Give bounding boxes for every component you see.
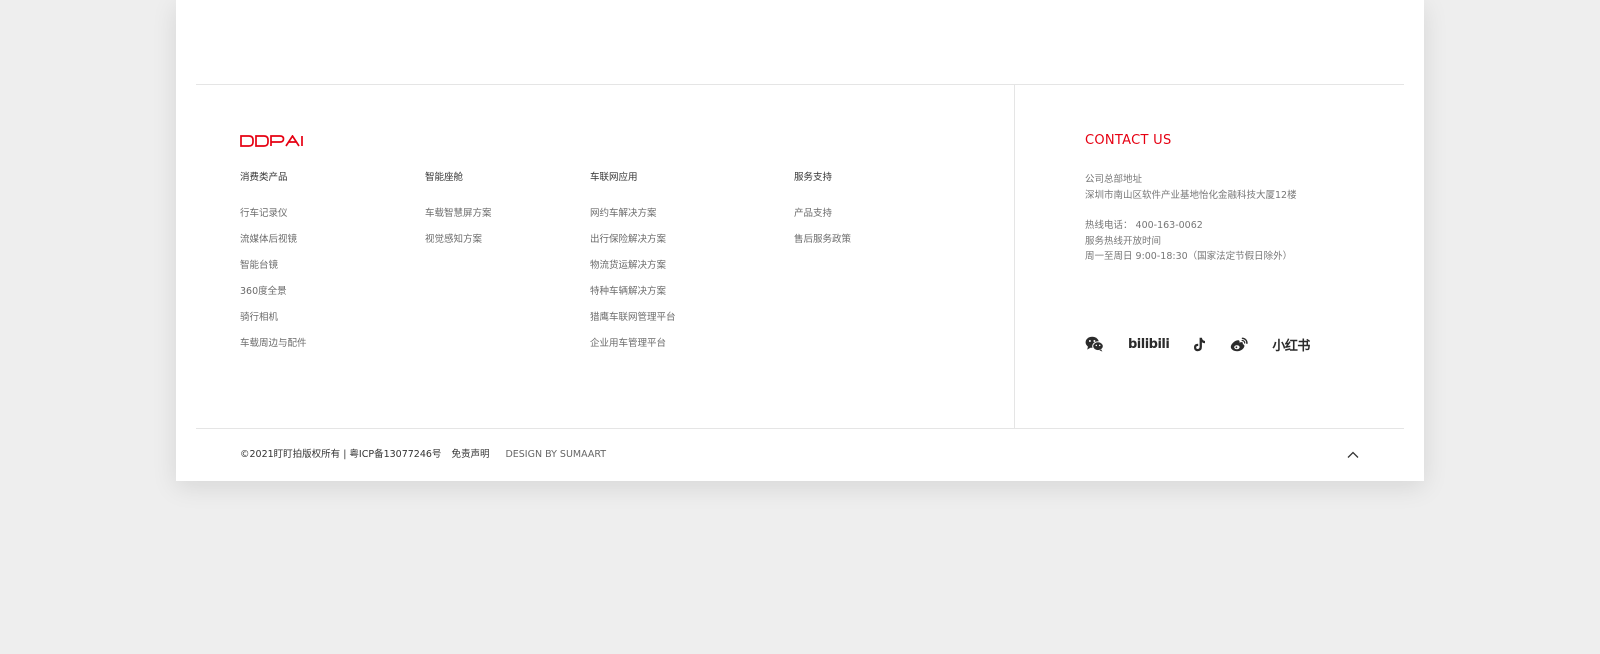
nav-link[interactable]: 售后服务政策 bbox=[794, 233, 851, 259]
nav-link[interactable]: 出行保险解决方案 bbox=[590, 233, 676, 259]
footer-card: 消费类产品 行车记录仪 流媒体后视镜 智能台镜 360度全景 骑行相机 车载周边… bbox=[176, 0, 1424, 481]
nav-link[interactable]: 骑行相机 bbox=[240, 311, 307, 337]
address-text: 深圳市南山区软件产业基地怡化金融科技大厦12楼 bbox=[1085, 189, 1297, 201]
contact-hotline: 热线电话： 400-163-0062 服务热线开放时间 周一至周日 9:00-1… bbox=[1085, 218, 1292, 265]
nav-link[interactable]: 车载周边与配件 bbox=[240, 337, 307, 363]
nav-column-consumer: 消费类产品 行车记录仪 流媒体后视镜 智能台镜 360度全景 骑行相机 车载周边… bbox=[240, 171, 307, 363]
design-credit-link[interactable]: DESIGN BY SUMAART bbox=[505, 448, 606, 462]
contact-address: 公司总部地址 深圳市南山区软件产业基地怡化金融科技大厦12楼 bbox=[1085, 172, 1297, 203]
nav-column-support: 服务支持 产品支持 售后服务政策 bbox=[794, 171, 851, 259]
nav-link[interactable]: 行车记录仪 bbox=[240, 207, 307, 233]
nav-column-cockpit: 智能座舱 车载智慧屏方案 视觉感知方案 bbox=[425, 171, 492, 259]
nav-heading[interactable]: 智能座舱 bbox=[425, 171, 492, 185]
hours-label: 服务热线开放时间 bbox=[1085, 235, 1162, 247]
weibo-icon[interactable] bbox=[1230, 337, 1248, 352]
chevron-up-icon[interactable] bbox=[1346, 448, 1360, 462]
contact-title: CONTACT US bbox=[1085, 133, 1172, 148]
hotline-text[interactable]: 热线电话： 400-163-0062 bbox=[1085, 218, 1292, 234]
xiaohongshu-wordmark: 小红书 bbox=[1272, 338, 1310, 354]
nav-link[interactable]: 猎鹰车联网管理平台 bbox=[590, 311, 676, 337]
nav-link[interactable]: 360度全景 bbox=[240, 285, 307, 311]
ddpai-logo[interactable] bbox=[240, 135, 315, 147]
nav-heading[interactable]: 服务支持 bbox=[794, 171, 851, 185]
address-label: 公司总部地址 bbox=[1085, 174, 1143, 185]
nav-link[interactable]: 特种车辆解决方案 bbox=[590, 285, 676, 311]
xiaohongshu-icon[interactable]: 小红书 bbox=[1272, 335, 1310, 354]
nav-link[interactable]: 视觉感知方案 bbox=[425, 233, 492, 259]
social-links: bilibili 小红书 bbox=[1085, 334, 1334, 354]
nav-column-iov: 车联网应用 网约车解决方案 出行保险解决方案 物流货运解决方案 特种车辆解决方案… bbox=[590, 171, 676, 363]
nav-heading[interactable]: 消费类产品 bbox=[240, 171, 307, 185]
bilibili-icon[interactable]: bilibili bbox=[1128, 336, 1170, 352]
column-divider bbox=[1014, 85, 1015, 429]
nav-link[interactable]: 车载智慧屏方案 bbox=[425, 207, 492, 233]
nav-link[interactable]: 网约车解决方案 bbox=[590, 207, 676, 233]
bottom-divider bbox=[196, 428, 1404, 429]
bilibili-wordmark: bilibili bbox=[1128, 336, 1170, 352]
wechat-icon[interactable] bbox=[1085, 336, 1104, 352]
nav-link[interactable]: 流媒体后视镜 bbox=[240, 233, 307, 259]
douyin-icon[interactable] bbox=[1193, 337, 1206, 352]
nav-link[interactable]: 智能台镜 bbox=[240, 259, 307, 285]
nav-link[interactable]: 物流货运解决方案 bbox=[590, 259, 676, 285]
nav-link[interactable]: 产品支持 bbox=[794, 207, 851, 233]
hours-text: 周一至周日 9:00-18:30（国家法定节假日除外） bbox=[1085, 251, 1293, 262]
nav-link[interactable]: 企业用车管理平台 bbox=[590, 337, 676, 363]
copyright-text: ©2021盯盯拍版权所有 | 粤ICP备13077246号 bbox=[240, 449, 442, 460]
footer-bar: ©2021盯盯拍版权所有 | 粤ICP备13077246号 免责声明 DESIG… bbox=[240, 448, 606, 462]
top-divider bbox=[196, 84, 1404, 85]
disclaimer-link[interactable]: 免责声明 bbox=[451, 448, 489, 462]
nav-heading[interactable]: 车联网应用 bbox=[590, 171, 676, 185]
